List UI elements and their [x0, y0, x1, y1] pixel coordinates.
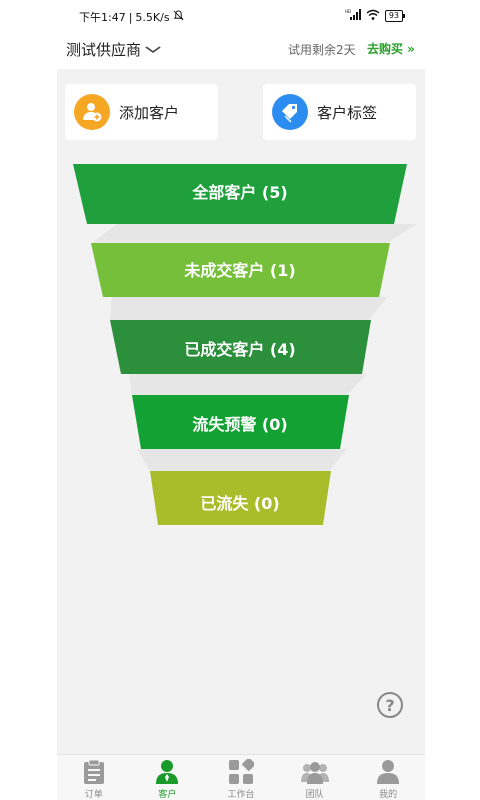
funnel-stage-label: 未成交客户 (1)	[183, 261, 295, 280]
tab-customers-label: 客户	[158, 790, 177, 800]
funnel-stage-label: 已成交客户 (4)	[184, 340, 295, 359]
profile-icon	[374, 759, 402, 785]
funnel-connector	[92, 224, 417, 243]
funnel-stage-label: 流失预警 (0)	[192, 415, 287, 434]
funnel-stage-label: 全部客户 (5)	[191, 183, 287, 202]
tab-team[interactable]: 团队	[278, 755, 352, 800]
customer-funnel: 全部客户 (5) 未成交客户 (1) 已成交客户 (4) 流失预警 (0) 已流…	[73, 164, 417, 525]
help-icon: ?	[385, 695, 395, 715]
funnel-stage-churned[interactable]: 已流失 (0)	[150, 471, 331, 525]
tab-customers[interactable]: 客户	[131, 755, 205, 800]
tab-workbench[interactable]: 工作台	[204, 755, 278, 800]
bottom-tab-bar: 订单 客户 工作台 团队 我的	[57, 754, 425, 800]
funnel-connector	[137, 449, 347, 471]
clipboard-icon	[80, 759, 108, 785]
funnel-stage-churn-warning[interactable]: 流失预警 (0)	[132, 395, 349, 449]
funnel-stage-all-customers[interactable]: 全部客户 (5)	[73, 164, 407, 224]
app-screen: 下午1:47 | 5.5K/s HD 93 测试供应商 试用剩余2天 去购买 »	[57, 0, 425, 800]
grid-icon	[227, 759, 255, 785]
tab-profile[interactable]: 我的	[351, 755, 425, 800]
team-icon	[300, 759, 329, 785]
funnel-connector	[110, 297, 387, 320]
funnel-stage-unclosed-customers[interactable]: 未成交客户 (1)	[91, 243, 390, 297]
funnel-stage-label: 已流失 (0)	[200, 494, 279, 513]
tab-profile-label: 我的	[379, 790, 398, 800]
funnel-stage-closed-customers[interactable]: 已成交客户 (4)	[110, 320, 371, 374]
tab-team-label: 团队	[305, 790, 324, 800]
tab-orders-label: 订单	[84, 790, 103, 800]
help-button[interactable]: ?	[377, 692, 403, 718]
tab-orders[interactable]: 订单	[57, 755, 131, 800]
tab-workbench-label: 工作台	[227, 790, 255, 800]
funnel-connector	[129, 374, 367, 395]
customer-icon	[153, 759, 181, 785]
